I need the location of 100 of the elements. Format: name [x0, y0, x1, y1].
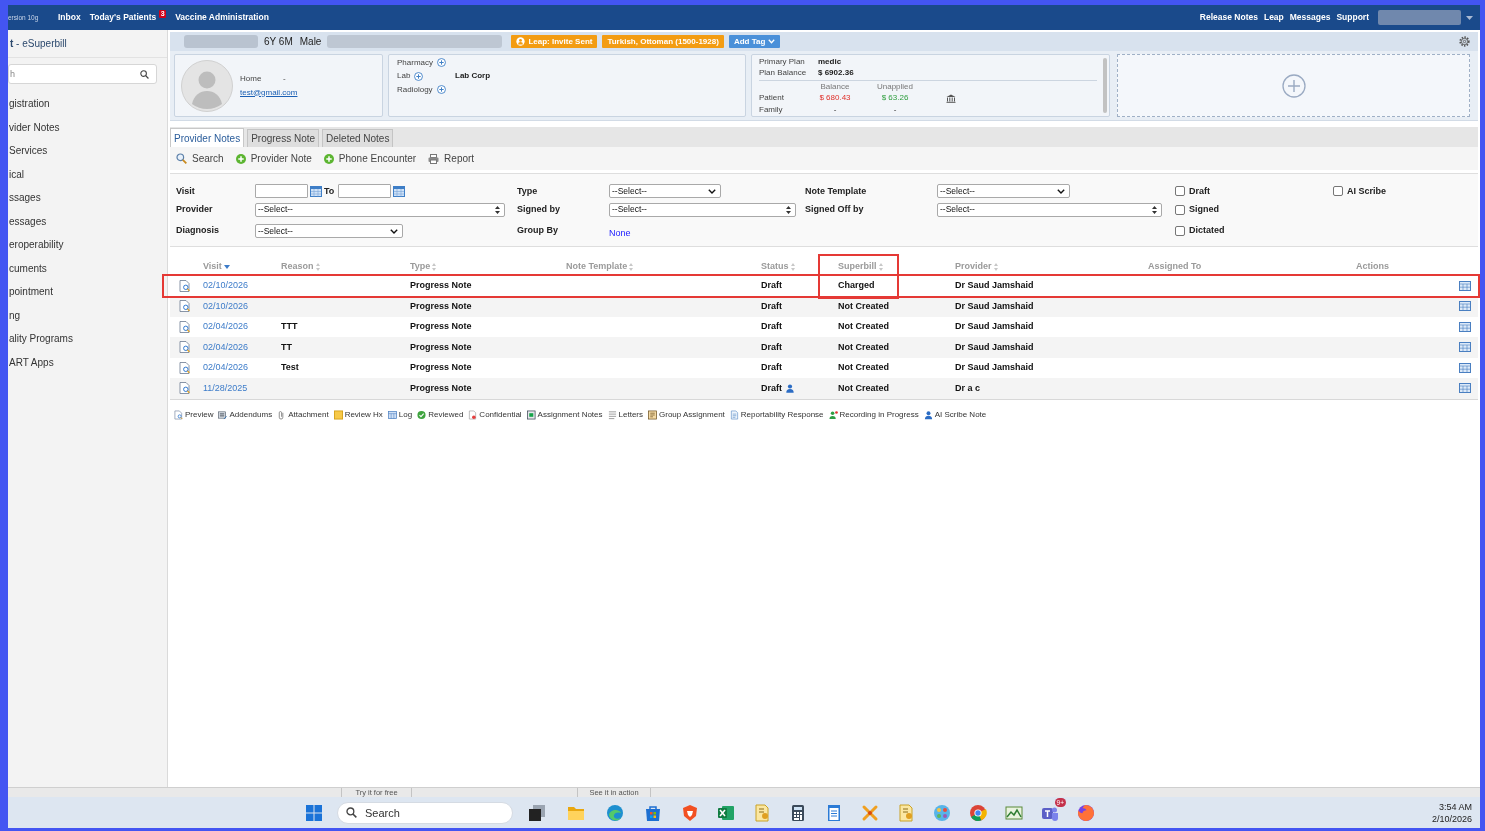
wheel-icon[interactable] [969, 803, 987, 822]
visit-link[interactable]: 02/04/2026 [203, 341, 249, 352]
plus-circle-icon[interactable] [1281, 73, 1306, 98]
notebook-icon [526, 409, 536, 420]
sidebar-item[interactable]: essages [8, 209, 167, 233]
swirl-circle-icon[interactable] [605, 803, 624, 822]
grid-icon[interactable] [1459, 321, 1471, 332]
scrollbar[interactable] [1103, 58, 1107, 113]
search-field[interactable]: Search [337, 801, 513, 824]
caret-icon[interactable] [1466, 15, 1473, 20]
overlapping-squares-icon[interactable] [527, 803, 546, 822]
nav-link[interactable]: Messages [1289, 11, 1331, 24]
sidebar-item[interactable]: Services [8, 139, 167, 163]
table-cell: Dr Saud Jamshaid [955, 362, 1034, 372]
table-cell-text: Draft [761, 279, 782, 292]
nav-link[interactable]: Leap [1263, 11, 1284, 24]
grid-icon[interactable] [1459, 342, 1471, 353]
nav-link[interactable]: Vaccine Administration [175, 11, 269, 24]
dropdown[interactable]: --Select-- [937, 202, 1162, 217]
dropdown[interactable]: --Select-- [255, 202, 505, 217]
table-row[interactable]: 02/10/2026 Progress Note Draft Not Created Dr Saud Jamshaid [170, 296, 1478, 317]
sidebar-item[interactable]: ality Programs [8, 327, 167, 351]
checkbox[interactable] [1175, 226, 1185, 236]
nav-link[interactable]: Release Notes [1199, 11, 1258, 24]
tab[interactable]: Progress Note [247, 129, 320, 147]
calculator-icon[interactable] [789, 803, 807, 822]
visit-link[interactable]: 02/04/2026 [203, 321, 249, 331]
four-squares-icon[interactable] [306, 804, 322, 821]
page-title: t - eSuperbill [10, 37, 67, 51]
table-row[interactable]: 02/04/2026 TT Progress Note Draft Not Created Dr Saud Jamshaid [170, 337, 1478, 358]
sidebar-item[interactable]: ng [8, 303, 167, 327]
grid-icon[interactable] [1459, 383, 1471, 394]
checkbox[interactable] [1175, 186, 1185, 197]
sidebar-item[interactable]: gistration [8, 92, 167, 116]
notepad-icon[interactable] [825, 803, 843, 822]
dropdown[interactable]: --Select-- [609, 184, 721, 199]
dropdown[interactable]: --Select-- [609, 202, 796, 217]
grid-icon[interactable] [1459, 301, 1471, 312]
checkbox[interactable] [1333, 186, 1343, 197]
visit-link[interactable]: 02/10/2026 [203, 300, 249, 311]
shield-icon[interactable] [681, 803, 699, 822]
grid-icon[interactable] [1459, 362, 1471, 373]
shopping-bag-icon[interactable] [644, 803, 662, 822]
add-widget-area[interactable] [1117, 54, 1470, 117]
visit-link[interactable]: 02/04/2026 [203, 362, 249, 372]
bank-icon[interactable] [946, 93, 956, 103]
dropdown[interactable]: --Select-- [937, 184, 1070, 199]
checkbox[interactable] [1175, 204, 1185, 215]
sidebar-item[interactable]: cuments [8, 256, 167, 280]
legend-label: Log [398, 408, 413, 421]
sort-down-icon[interactable] [223, 264, 230, 269]
tab[interactable]: Deleted Notes [322, 129, 394, 147]
plus-circle-icon[interactable] [414, 71, 424, 81]
sidebar-item[interactable]: ssages [8, 186, 167, 210]
settings-icon[interactable] [1459, 36, 1470, 47]
spreadsheet-icon[interactable] [717, 803, 735, 822]
toolbar-button[interactable]: Provider Note [235, 151, 312, 166]
sidebar-item[interactable]: pointment [8, 280, 167, 304]
nav-link[interactable]: Today's Patients [89, 11, 157, 24]
dropdown[interactable]: --Select-- [255, 224, 403, 238]
sidebar-item[interactable]: ical [8, 162, 167, 186]
nav-link[interactable]: Inbox [58, 11, 81, 24]
toolbar-button[interactable]: Search [176, 151, 224, 166]
document-magnifier-icon[interactable] [179, 279, 190, 292]
square-icon [333, 409, 343, 420]
palette-icon[interactable] [933, 803, 951, 822]
toolbar-button[interactable]: Report [428, 151, 475, 166]
search-field[interactable]: h [8, 64, 157, 84]
document-magnifier-icon[interactable] [179, 382, 190, 395]
sidebar-item[interactable]: vider Notes [8, 115, 167, 139]
toolbar-button[interactable]: Phone Encounter [323, 151, 417, 166]
plus-circle-icon[interactable] [437, 58, 446, 68]
calendar-icon[interactable] [393, 185, 406, 197]
table-row[interactable]: 11/28/2025 Progress Note Draft Not Created Dr a c [170, 378, 1478, 399]
document-magnifier-icon[interactable] [179, 320, 190, 333]
table-cell: Progress Note [410, 362, 472, 372]
calendar-icon[interactable] [310, 185, 322, 197]
sidebar-item[interactable]: eroperability [8, 233, 167, 257]
email-link[interactable]: test@gmail.com [240, 86, 298, 99]
picture-chart-icon[interactable] [1005, 803, 1023, 822]
sidebar-item[interactable]: ART Apps [8, 350, 167, 374]
document-magnifier-icon[interactable] [179, 361, 190, 374]
visit-link[interactable]: 02/10/2026 [203, 280, 249, 290]
date-field[interactable] [338, 184, 392, 199]
plus-circle-icon[interactable] [436, 85, 446, 95]
date-field[interactable] [255, 184, 308, 199]
ball-swirl-icon[interactable] [1077, 803, 1095, 822]
search-icon[interactable] [140, 69, 149, 79]
document-magnifier-icon[interactable] [179, 300, 190, 313]
visit-link[interactable]: 11/28/2025 [203, 382, 248, 393]
table-cell: Dr a c [955, 382, 980, 393]
nav-link[interactable]: Support [1336, 11, 1369, 24]
search-icon[interactable] [346, 807, 357, 818]
updown-arrows-icon [495, 205, 500, 214]
clock-time: 3:54 AM [1438, 800, 1472, 813]
tab[interactable]: Provider Notes [170, 128, 245, 147]
grid-icon[interactable] [1459, 280, 1471, 291]
group-by-link[interactable]: None [609, 228, 631, 238]
x-mark-icon[interactable] [861, 803, 879, 822]
document-magnifier-icon[interactable] [179, 341, 190, 354]
